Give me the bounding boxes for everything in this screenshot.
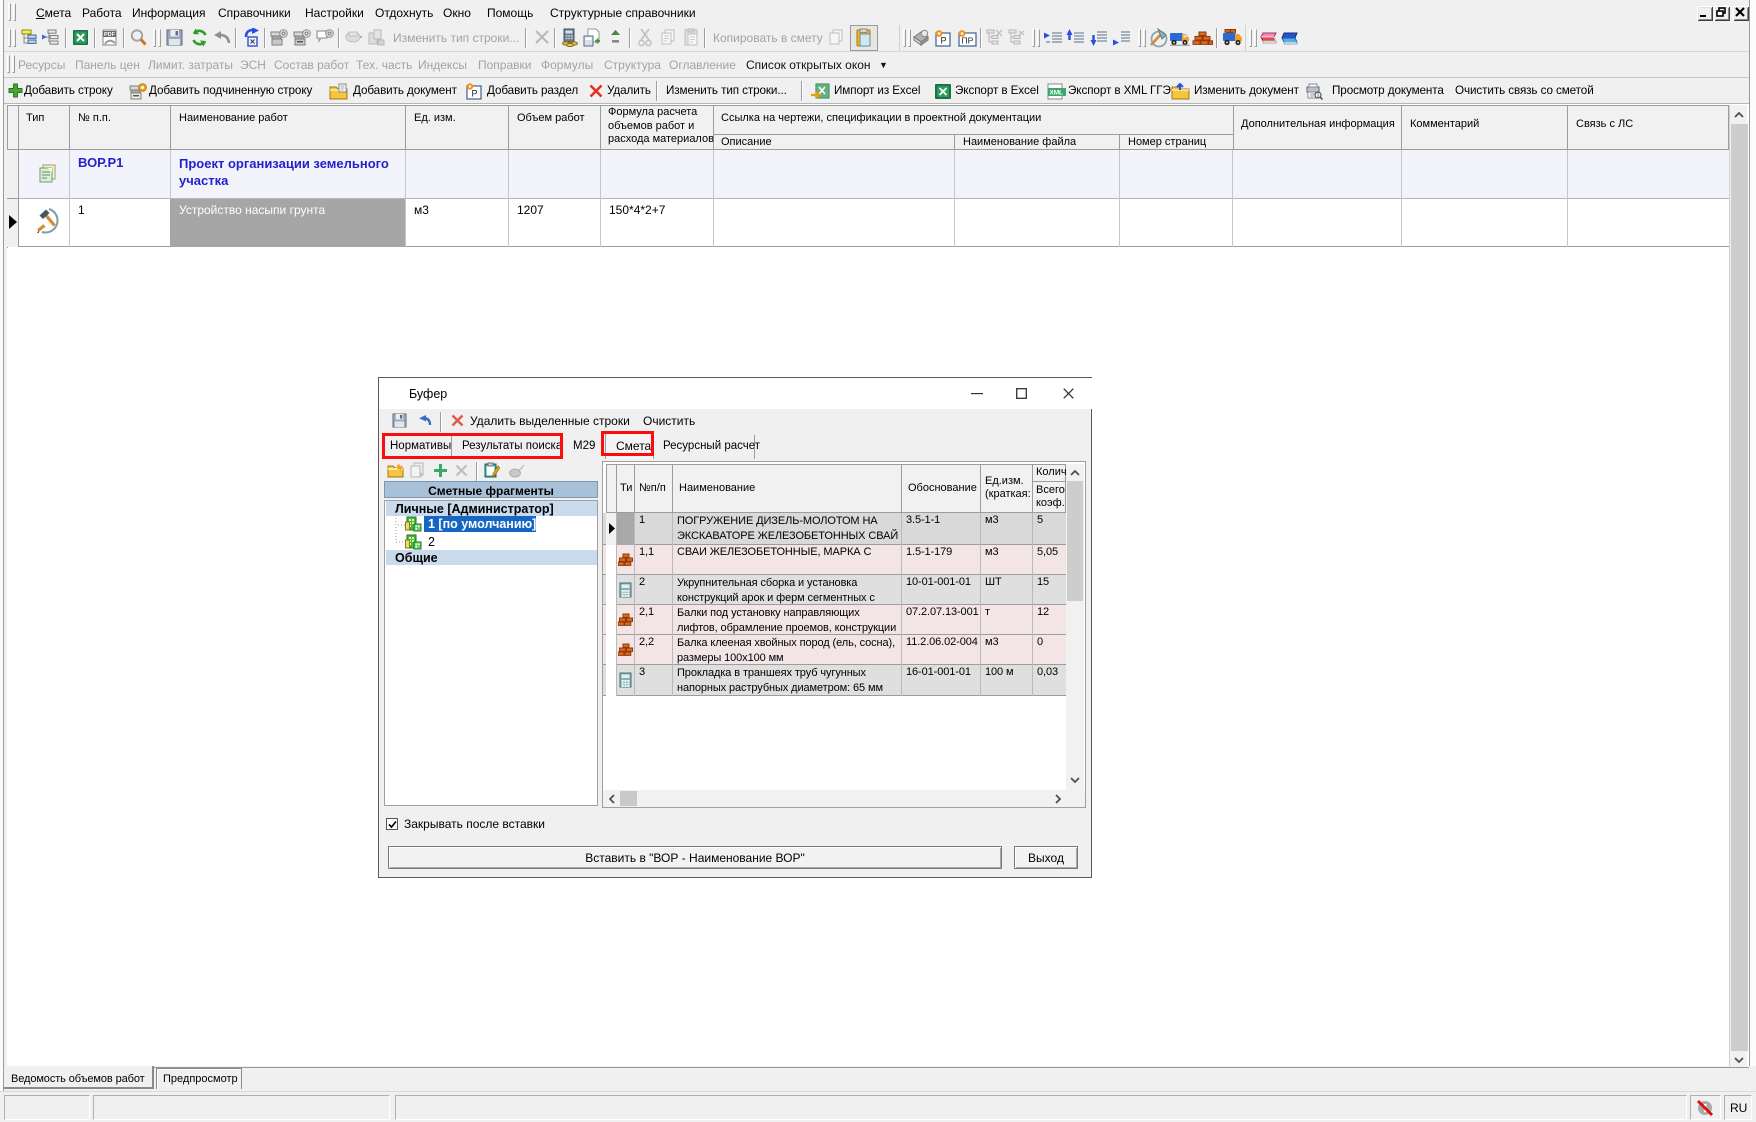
svg-text:P: P	[941, 36, 947, 46]
svg-text:P: P	[472, 89, 478, 99]
svg-text:PDF: PDF	[104, 32, 116, 38]
svg-text:XML: XML	[1050, 90, 1064, 97]
svg-text:ПР: ПР	[962, 36, 974, 46]
